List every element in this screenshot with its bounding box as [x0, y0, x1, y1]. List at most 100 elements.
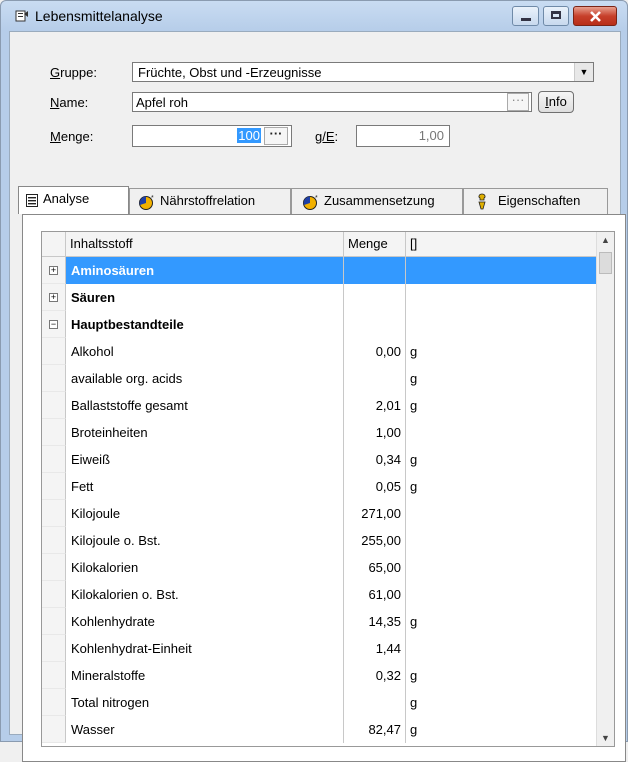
expand-icon[interactable]: +: [49, 266, 58, 275]
minimize-button[interactable]: [512, 6, 539, 26]
cell-unit: g: [410, 614, 418, 629]
analysis-window: Lebensmittelanalyse Gruppe: Früchte, Obs…: [0, 0, 628, 762]
document-icon: [26, 194, 38, 207]
cell-inhaltsstoff: Kilojoule: [66, 500, 344, 527]
tab-analyse[interactable]: Analyse: [18, 186, 129, 214]
cell-inhaltsstoff: Kilokalorien o. Bst.: [66, 581, 344, 608]
minimize-icon: [521, 18, 531, 21]
table-row[interactable]: Mineralstoffe 0,32 g: [42, 662, 596, 689]
cell-menge: 0,05: [344, 473, 406, 500]
cell-menge: 0,00: [344, 338, 406, 365]
cell-menge: [344, 311, 406, 338]
table-row[interactable]: Fett 0,05 g: [42, 473, 596, 500]
table-row[interactable]: Kilokalorien 65,00: [42, 554, 596, 581]
collapse-icon[interactable]: −: [49, 320, 58, 329]
ge-field[interactable]: 1,00: [356, 125, 450, 147]
cell-inhaltsstoff: Total nitrogen: [66, 689, 344, 716]
cell-menge: 271,00: [344, 500, 406, 527]
row-header: [42, 635, 66, 662]
cell-inhaltsstoff: Aminosäuren: [66, 257, 344, 284]
tab-zusammensetzung[interactable]: * Zusammensetzung: [291, 188, 463, 214]
table-row[interactable]: Ballaststoffe gesamt 2,01 g: [42, 392, 596, 419]
table-row[interactable]: − Hauptbestandteile: [42, 311, 596, 338]
row-header: [42, 581, 66, 608]
cell-unit: [406, 500, 596, 527]
cell-menge: 65,00: [344, 554, 406, 581]
pie-chart-icon: *: [139, 195, 154, 210]
cell-inhaltsstoff: Säuren: [66, 284, 344, 311]
row-header: [42, 446, 66, 473]
svg-text:*: *: [315, 195, 318, 202]
menge-field[interactable]: 100 ···: [132, 125, 292, 147]
row-header: −: [42, 311, 66, 338]
table-row[interactable]: Kohlenhydrate 14,35 g: [42, 608, 596, 635]
cell-menge: 1,00: [344, 419, 406, 446]
cell-unit: [406, 257, 596, 284]
row-header: [42, 338, 66, 365]
menge-ellipsis-button[interactable]: ···: [264, 127, 288, 145]
cell-unit: [406, 527, 596, 554]
row-header: +: [42, 257, 66, 284]
header-inhaltsstoff[interactable]: Inhaltsstoff: [66, 232, 344, 256]
info-button[interactable]: Info: [538, 91, 574, 113]
cell-unit: g: [410, 668, 418, 683]
scroll-thumb[interactable]: [599, 252, 612, 274]
cell-inhaltsstoff: Ballaststoffe gesamt: [66, 392, 344, 419]
row-header: [42, 419, 66, 446]
close-button[interactable]: [573, 6, 617, 26]
cell-menge: 14,35: [344, 608, 406, 635]
expand-icon[interactable]: +: [49, 293, 58, 302]
row-header: [42, 689, 66, 716]
cell-inhaltsstoff: Eiweiß: [66, 446, 344, 473]
maximize-button[interactable]: [543, 6, 569, 26]
header-menge[interactable]: Menge: [344, 232, 406, 256]
name-label: Name:: [50, 95, 89, 110]
cell-menge: [344, 689, 406, 716]
cell-menge: 0,32: [344, 662, 406, 689]
scroll-up-icon[interactable]: ▲: [601, 235, 610, 245]
table-row[interactable]: Wasser 82,47 g: [42, 716, 596, 743]
ge-value: 1,00: [418, 128, 444, 143]
table-row[interactable]: Alkohol 0,00 g: [42, 338, 596, 365]
table-row[interactable]: Kilojoule o. Bst. 255,00: [42, 527, 596, 554]
table-row[interactable]: Kilokalorien o. Bst. 61,00: [42, 581, 596, 608]
cell-unit: g: [410, 344, 418, 359]
table-row[interactable]: + Aminosäuren: [42, 257, 596, 284]
table-row[interactable]: Total nitrogen g: [42, 689, 596, 716]
table-row[interactable]: Kohlenhydrat-Einheit 1,44: [42, 635, 596, 662]
name-field[interactable]: Apfel roh ···: [132, 92, 532, 112]
row-header: [42, 527, 66, 554]
row-header: [42, 392, 66, 419]
name-ellipsis-button[interactable]: ···: [507, 93, 529, 111]
title-bar[interactable]: Lebensmittelanalyse: [1, 1, 627, 31]
maximize-icon: [551, 11, 561, 19]
table-row[interactable]: + Säuren: [42, 284, 596, 311]
gruppe-value: Früchte, Obst und -Erzeugnisse: [138, 65, 322, 80]
grid-header: Inhaltsstoff Menge []: [42, 232, 596, 257]
vertical-scrollbar[interactable]: ▲ ▼: [596, 232, 614, 746]
nutrient-grid[interactable]: Inhaltsstoff Menge [] + Aminosäuren + Säure…: [41, 231, 615, 747]
app-icon: [15, 10, 28, 22]
cell-inhaltsstoff: available org. acids: [66, 365, 344, 392]
table-row[interactable]: available org. acids g: [42, 365, 596, 392]
cell-unit: g: [410, 398, 418, 413]
header-unit[interactable]: []: [406, 232, 596, 256]
table-row[interactable]: Eiweiß 0,34 g: [42, 446, 596, 473]
cell-inhaltsstoff: Kilojoule o. Bst.: [66, 527, 344, 554]
chevron-down-icon[interactable]: ▼: [574, 63, 593, 81]
cell-unit: [406, 581, 596, 608]
gruppe-dropdown[interactable]: Früchte, Obst und -Erzeugnisse ▼: [132, 62, 594, 82]
cell-menge: 61,00: [344, 581, 406, 608]
cell-menge: 82,47: [344, 716, 406, 743]
tab-eigenschaften[interactable]: Eigenschaften: [463, 188, 608, 214]
table-row[interactable]: Kilojoule 271,00: [42, 500, 596, 527]
svg-text:*: *: [151, 195, 154, 202]
cell-unit: g: [410, 452, 418, 467]
ge-label: g/E:: [315, 129, 339, 144]
table-row[interactable]: Broteinheiten 1,00: [42, 419, 596, 446]
cell-inhaltsstoff: Mineralstoffe: [66, 662, 344, 689]
cell-menge: 255,00: [344, 527, 406, 554]
tab-naehrstoffrelation[interactable]: * Nährstoffrelation: [129, 188, 291, 214]
row-header: [42, 608, 66, 635]
menge-label: Menge:: [50, 129, 94, 144]
